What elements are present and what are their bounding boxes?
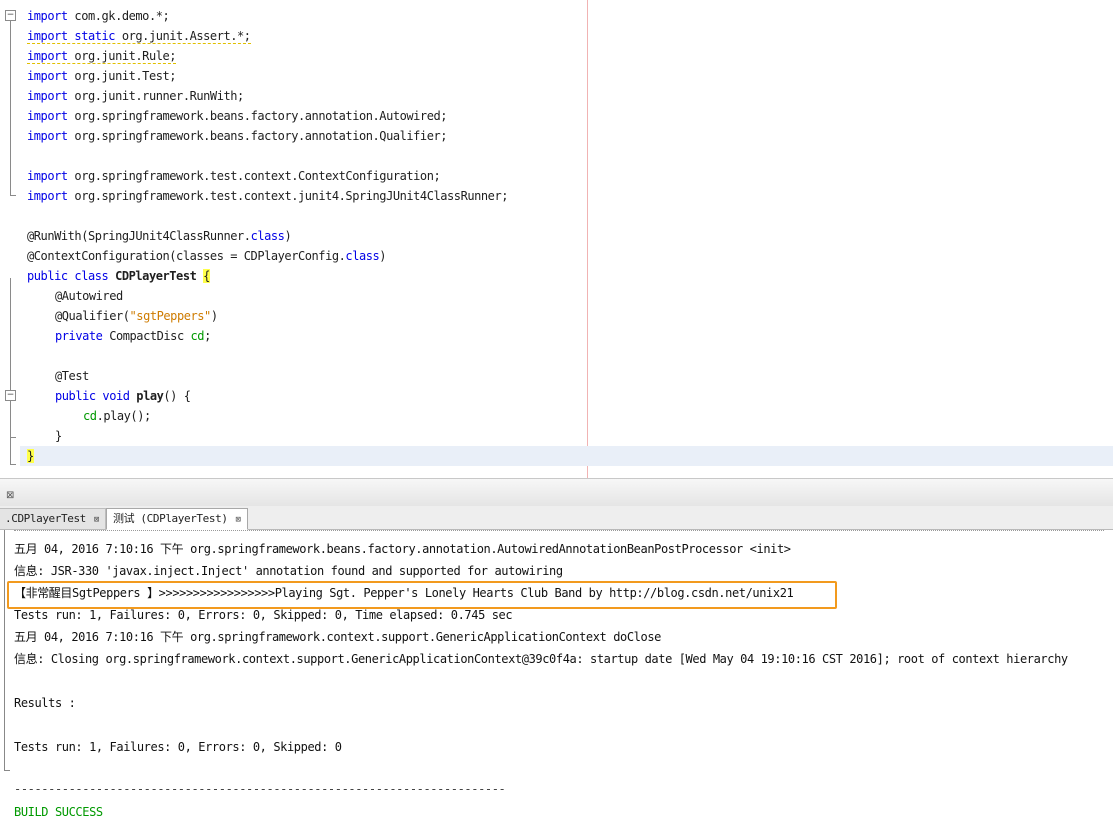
code-line: @Autowired (55, 286, 123, 306)
class-name: CDPlayerTest (108, 269, 197, 283)
code-text: com.gk.demo.*; (67, 9, 170, 23)
keyword: class (250, 229, 285, 243)
code-line: } (55, 426, 62, 446)
clipped-previous-line (14, 530, 1104, 534)
output-console[interactable]: 五月 04, 2016 7:10:16 下午 org.springframewo… (0, 530, 1113, 821)
code-line: public class CDPlayerTest { (27, 266, 210, 286)
annotation: @ContextConfiguration(classes = CDPlayer… (27, 249, 346, 263)
console-line: Tests run: 1, Failures: 0, Errors: 0, Sk… (14, 740, 342, 754)
code-line: cd.play(); (83, 406, 151, 426)
code-text: ) (210, 309, 218, 323)
matched-brace: } (27, 449, 34, 463)
field-name: cd (190, 329, 205, 343)
code-text: } (55, 429, 62, 443)
current-line-highlight (20, 446, 1113, 466)
keyword: class (345, 249, 380, 263)
keyword: import (27, 129, 68, 143)
keyword: import static (27, 29, 116, 43)
keyword: private (55, 329, 103, 343)
code-text: ) (284, 229, 292, 243)
console-line: 信息: Closing org.springframework.context.… (14, 652, 1068, 666)
tab-cdplayertest[interactable]: .CDPlayerTest ⊠ (0, 508, 106, 529)
keyword: public void (55, 389, 130, 403)
code-line: import org.junit.Test; (27, 66, 177, 86)
console-line: 五月 04, 2016 7:10:16 下午 org.springframewo… (14, 542, 791, 556)
keyword: import (27, 109, 68, 123)
code-line: import org.springframework.test.context.… (27, 186, 508, 206)
close-tab-icon[interactable]: ⊠ (236, 515, 241, 525)
console-line-highlighted: 【非常醒目SgtPeppers 】>>>>>>>>>>>>>>>>>Playin… (14, 586, 794, 600)
matched-brace: { (203, 269, 210, 283)
code-line: @RunWith(SpringJUnit4ClassRunner.class) (27, 226, 292, 246)
code-line: @ContextConfiguration(classes = CDPlayer… (27, 246, 387, 266)
tab-label: 测试 (CDPlayerTest) (113, 512, 228, 525)
console-separator: ----------------------------------------… (14, 782, 506, 796)
tab-label: .CDPlayerTest (5, 512, 86, 525)
annotation: @Qualifier( (55, 309, 130, 323)
code-text: org.springframework.test.context.Context… (67, 169, 441, 183)
code-line: import org.junit.Rule; (27, 46, 177, 66)
code-text: org.springframework.beans.factory.annota… (67, 129, 448, 143)
fold-collapse-imports-icon[interactable]: − (5, 10, 16, 21)
code-line: import org.junit.runner.RunWith; (27, 86, 244, 106)
annotation: @Test (55, 369, 89, 383)
code-text: .play(); (96, 409, 152, 423)
code-line: import org.springframework.test.context.… (27, 166, 441, 186)
annotation: @RunWith(SpringJUnit4ClassRunner. (27, 229, 251, 243)
code-editor[interactable]: − − import com.gk.demo.*; import static … (0, 0, 1113, 478)
fold-guide-method (10, 401, 11, 437)
console-line: Results : (14, 696, 76, 710)
output-tab-bar: .CDPlayerTest ⊠ 测试 (CDPlayerTest) ⊠ (0, 506, 1113, 530)
string-literal: "sgtPeppers" (129, 309, 212, 323)
code-text: org.junit.Rule; (67, 49, 177, 63)
keyword: public class (27, 269, 109, 283)
annotation: @Autowired (55, 289, 123, 303)
fold-guide-end (10, 195, 16, 196)
code-line: import org.springframework.beans.factory… (27, 126, 447, 146)
code-line: public void play() { (55, 386, 191, 406)
build-status: BUILD SUCCESS (14, 805, 103, 819)
console-line: 五月 04, 2016 7:10:16 下午 org.springframewo… (14, 630, 661, 644)
console-line: 信息: JSR-330 'javax.inject.Inject' annota… (14, 564, 563, 578)
keyword: import (27, 9, 68, 23)
code-text: ) (379, 249, 387, 263)
code-text: org.springframework.test.context.junit4.… (67, 189, 509, 203)
code-text: CompactDisc (102, 329, 191, 343)
code-line: @Test (55, 366, 89, 386)
keyword: import (27, 169, 68, 183)
fold-guide-end (10, 464, 16, 465)
code-text: org.junit.Test; (67, 69, 177, 83)
console-fold-guide-end (4, 770, 10, 771)
close-tab-icon[interactable]: ⊠ (94, 515, 99, 525)
method-name: play (129, 389, 164, 403)
code-text: org.junit.runner.RunWith; (67, 89, 244, 103)
tab-test-cdplayertest[interactable]: 测试 (CDPlayerTest) ⊠ (106, 508, 248, 530)
console-fold-guide (4, 530, 5, 770)
code-line: import org.springframework.beans.factory… (27, 106, 447, 126)
code-text: org.springframework.beans.factory.annota… (67, 109, 448, 123)
keyword: import (27, 189, 68, 203)
output-panel-header: ⊠ (0, 478, 1113, 507)
code-line: import static org.junit.Assert.*; (27, 26, 251, 46)
fold-guide-imports (10, 21, 11, 195)
fold-collapse-method-icon[interactable]: − (5, 390, 16, 401)
code-line: @Qualifier("sgtPeppers") (55, 306, 218, 326)
code-text: ; (204, 329, 211, 343)
code-text: org.junit.Assert.*; (115, 29, 251, 43)
code-line: private CompactDisc cd; (55, 326, 211, 346)
code-line: import com.gk.demo.*; (27, 6, 170, 26)
code-text: () { (163, 389, 191, 403)
fold-guide-end (10, 437, 16, 438)
keyword: import (27, 69, 68, 83)
code-line: } (27, 446, 34, 466)
console-line: Tests run: 1, Failures: 0, Errors: 0, Sk… (14, 608, 513, 622)
field-name: cd (83, 409, 97, 423)
keyword: import (27, 89, 68, 103)
right-margin-guide (587, 0, 588, 478)
keyword: import (27, 49, 68, 63)
close-panel-icon[interactable]: ⊠ (6, 490, 14, 501)
